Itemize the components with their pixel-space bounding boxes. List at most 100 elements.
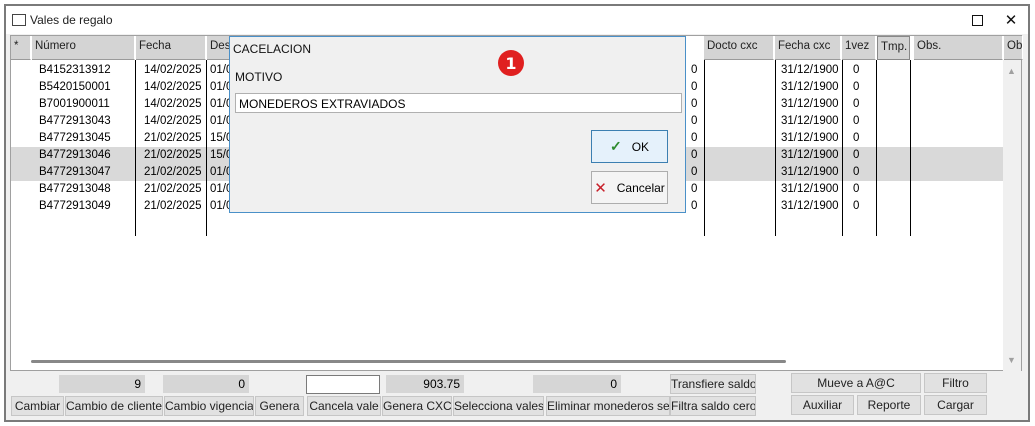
eliminar-monederos-button[interactable]: Eliminar monederos sel [546,396,670,416]
column-divider [910,60,911,236]
cell-numero: B5420150001 [39,81,111,93]
mueve-button[interactable]: Mueve a A@C [791,373,921,393]
checkmark-icon: ✓ [609,138,622,154]
cell-fecha-cxc: 31/12/1900 [781,166,839,178]
cell-numero: B7001900011 [39,98,110,110]
cell-value: 0 [691,81,698,93]
transfiere-saldo-button[interactable]: Transfiere saldo [670,374,756,394]
header-docto-cxc[interactable]: Docto cxc [704,36,774,60]
header-numero[interactable]: Número [32,36,135,60]
cargar-button[interactable]: Cargar [924,395,987,415]
ok-button[interactable]: ✓ OK [591,130,668,163]
cell-fecha-cxc: 31/12/1900 [781,132,839,144]
dialog-title: CACELACION [233,42,312,56]
selecciona-vales-button[interactable]: Selecciona vales [453,396,544,416]
column-divider [775,60,776,236]
cancel-button[interactable]: ✕ Cancelar [591,171,668,204]
cell-fecha: 14/02/2025 [144,115,202,127]
cell-numero: B4772913048 [39,183,111,195]
cancela-vale-button[interactable]: Cancela vale [307,396,381,416]
cell-value: 0 [691,149,698,161]
cell-1vez: 0 [853,132,860,144]
cell-fecha-cxc: 31/12/1900 [781,200,839,212]
header-obs2[interactable]: Obs.2 [1004,36,1023,60]
cell-1vez: 0 [853,183,860,195]
title-bar: Vales de regalo ✕ [6,6,1028,34]
cell-fecha: 14/02/2025 [144,81,202,93]
cell-fecha-cxc: 31/12/1900 [781,183,839,195]
column-divider [206,60,207,236]
window-title: Vales de regalo [30,13,113,27]
genera-button[interactable]: Genera [255,396,304,416]
scroll-up-icon[interactable]: ▲ [1007,66,1016,76]
cell-value: 0 [691,64,698,76]
cell-value: 0 [691,98,698,110]
maximize-icon [971,14,983,26]
genera-cxc-button[interactable]: Genera CXC [382,396,452,416]
cambio-vigencia-button[interactable]: Cambio vigencia [164,396,254,416]
header-obs[interactable]: Obs. [914,36,1003,60]
cell-value: 0 [691,183,698,195]
cell-fecha: 21/02/2025 [144,166,202,178]
cell-value: 0 [691,115,698,127]
reporte-button[interactable]: Reporte [857,395,921,415]
cell-numero: B4772913049 [39,200,111,212]
column-divider [135,60,136,236]
column-divider [704,60,705,236]
cell-fecha-cxc: 31/12/1900 [781,81,839,93]
cell-value: 0 [691,166,698,178]
filtra-saldo-cero-button[interactable]: Filtra saldo cero [670,396,756,416]
cambiar-button[interactable]: Cambiar [11,396,64,416]
horizontal-scrollbar[interactable] [31,360,786,363]
header-fecha-cxc[interactable]: Fecha cxc [775,36,841,60]
header-selector[interactable]: * [11,36,31,60]
cell-fecha: 14/02/2025 [144,64,202,76]
header-1vez[interactable]: 1vez [842,36,876,60]
cell-numero: B4772913047 [39,166,111,178]
total-input[interactable] [306,375,380,394]
maximize-button[interactable] [960,6,994,34]
step-badge: 1 [498,50,524,76]
filtro-button[interactable]: Filtro [924,373,987,393]
vertical-scrollbar[interactable]: ▲ ▼ [1003,60,1021,371]
total-fourth: 0 [533,375,621,393]
total-count: 9 [59,375,145,393]
cell-value: 0 [691,132,698,144]
auxiliar-button[interactable]: Auxiliar [791,395,854,415]
cell-fecha: 21/02/2025 [144,132,202,144]
cell-fecha-cxc: 31/12/1900 [781,115,839,127]
cell-fecha-cxc: 31/12/1900 [781,98,839,110]
cell-numero: B4772913045 [39,132,111,144]
ok-label: OK [631,139,650,154]
cell-fecha: 14/02/2025 [144,98,202,110]
header-tmp[interactable]: Tmp. [877,36,910,60]
cambio-cliente-button[interactable]: Cambio de cliente [65,396,163,416]
header-fecha[interactable]: Fecha [136,36,206,60]
cell-fecha: 21/02/2025 [144,183,202,195]
cell-numero: B4152313912 [39,64,111,76]
cancelacion-dialog: CACELACION MOTIVO MONEDEROS EXTRAVIADOS … [229,36,686,213]
cell-value: 0 [691,200,698,212]
close-button[interactable]: ✕ [994,6,1028,34]
motivo-input[interactable]: MONEDEROS EXTRAVIADOS [235,93,682,113]
cell-numero: B4772913043 [39,115,111,127]
total-second: 0 [163,375,249,393]
window-icon [12,14,26,26]
scroll-down-icon[interactable]: ▼ [1007,355,1016,365]
cell-1vez: 0 [853,166,860,178]
cell-numero: B4772913046 [39,149,111,161]
cell-1vez: 0 [853,200,860,212]
cell-fecha-cxc: 31/12/1900 [781,64,839,76]
total-amount: 903.75 [386,375,464,393]
cell-1vez: 0 [853,98,860,110]
motivo-label: MOTIVO [235,70,283,84]
cell-1vez: 0 [853,81,860,93]
cell-fecha: 21/02/2025 [144,200,202,212]
cell-1vez: 0 [853,64,860,76]
cell-1vez: 0 [853,149,860,161]
column-divider [876,60,877,236]
column-divider [842,60,843,236]
cell-fecha-cxc: 31/12/1900 [781,149,839,161]
cancel-label: Cancelar [616,180,665,195]
cell-fecha: 21/02/2025 [144,149,202,161]
